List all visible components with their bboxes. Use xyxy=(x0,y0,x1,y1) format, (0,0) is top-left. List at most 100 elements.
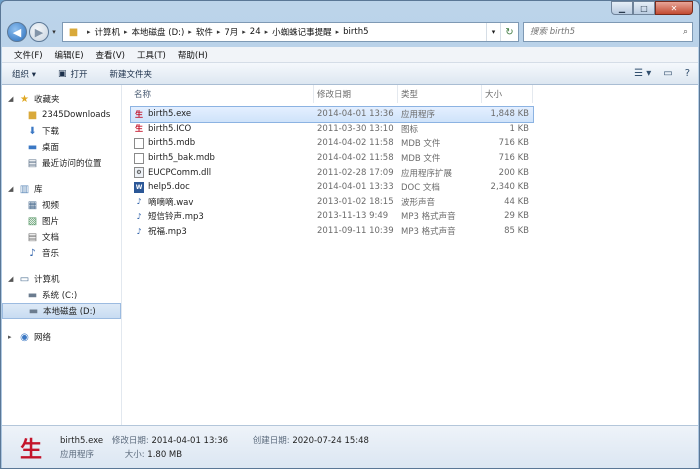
file-name-cell[interactable]: ♪ 祝福.mp3 xyxy=(131,225,314,238)
menu-file[interactable]: 文件(F) xyxy=(8,49,49,61)
chevron-right-icon[interactable]: ▸ xyxy=(242,28,246,36)
nav-libraries[interactable]: ◢ ▥ 库 xyxy=(2,181,121,197)
menu-edit[interactable]: 编辑(E) xyxy=(49,49,90,61)
file-name-cell[interactable]: Whelp5.doc xyxy=(131,181,314,193)
dll-icon: ⚙ xyxy=(134,167,144,179)
column-header-name[interactable]: 名称 xyxy=(131,85,314,103)
view-options-icon[interactable]: ☰ ▾ xyxy=(634,68,651,79)
nav-item-drive-c[interactable]: ▬ 系统 (C:) xyxy=(2,287,121,303)
file-list[interactable]: 名称 修改日期 类型 大小 生 birth5.exe 2014-04-01 13:3… xyxy=(122,85,698,425)
address-dropdown[interactable]: ▾ xyxy=(486,23,500,41)
preview-pane-icon[interactable]: ▭ xyxy=(663,68,672,79)
search-icon[interactable]: ⌕ xyxy=(683,27,688,37)
chevron-right-icon[interactable]: ▸ xyxy=(87,28,91,36)
nav-item-music[interactable]: ♪ 音乐 xyxy=(2,245,121,261)
chevron-right-icon[interactable]: ▸ xyxy=(336,28,340,36)
address-bar[interactable]: ■ ▸ 计算机 ▸ 本地磁盘 (D:) ▸ 软件 ▸ 7月 ▸ 24 ▸ 小蜘蛛… xyxy=(62,22,519,42)
new-folder-label: 新建文件夹 xyxy=(109,69,153,80)
file-name-cell[interactable]: birth5.mdb xyxy=(131,137,314,149)
forward-button[interactable]: ▶ xyxy=(29,22,49,42)
file-name-cell[interactable]: ♪ 短信铃声.mp3 xyxy=(131,210,314,223)
file-size: 44 KB xyxy=(504,196,529,207)
recent-pages-dropdown[interactable]: ▾ xyxy=(49,28,59,36)
picture-icon: ▧ xyxy=(27,215,38,227)
expand-icon[interactable]: ◢ xyxy=(8,275,18,283)
file-row[interactable]: ♪ 短信铃声.mp3 2013-11-13 9:49 MP3 格式声音 29 KB xyxy=(131,209,533,224)
file-row[interactable]: birth5_bak.mdb 2014-04-02 11:58 MDB 文件 716 … xyxy=(131,151,533,166)
chevron-right-icon[interactable]: ▸ xyxy=(265,28,269,36)
nav-computer-label: 计算机 xyxy=(34,275,60,285)
nav-item-label: 最近访问的位置 xyxy=(42,159,102,169)
nav-item-label: 系统 (C:) xyxy=(42,291,78,301)
nav-computer[interactable]: ◢ ▭ 计算机 xyxy=(2,271,121,287)
file-row[interactable]: 生 birth5.exe 2014-04-01 13:36 应用程序 1,848 KB xyxy=(130,106,534,123)
file-name-cell[interactable]: ♪ 嘀嘀嘀.wav xyxy=(131,196,314,208)
nav-item-desktop[interactable]: ▬ 桌面 xyxy=(2,139,121,155)
back-button[interactable]: ◀ xyxy=(7,22,27,42)
minimize-button[interactable]: ▁ xyxy=(611,1,633,15)
nav-item-recent-places[interactable]: ▤ 最近访问的位置 xyxy=(2,155,121,171)
column-header-size[interactable]: 大小 xyxy=(482,85,533,103)
chevron-right-icon[interactable]: ▸ xyxy=(217,28,221,36)
close-button[interactable]: ✕ xyxy=(655,1,693,15)
breadcrumb-drive-d[interactable]: 本地磁盘 (D:) xyxy=(132,26,185,38)
breadcrumb-july[interactable]: 7月 xyxy=(224,26,238,38)
search-box[interactable]: ⌕ xyxy=(523,22,693,42)
file-name-cell[interactable]: birth5_bak.mdb xyxy=(131,152,314,164)
breadcrumb-computer[interactable]: 计算机 xyxy=(95,26,121,38)
details-type: 应用程序 xyxy=(60,450,95,460)
breadcrumb-24[interactable]: 24 xyxy=(250,27,261,37)
file-row[interactable]: 生 birth5.ICO 2011-03-30 13:10 图标 1 KB xyxy=(131,122,533,137)
file-row[interactable]: ♪ 祝福.mp3 2011-09-11 10:39 MP3 格式声音 85 KB xyxy=(131,224,533,239)
file-type: MP3 格式声音 xyxy=(401,212,456,223)
new-folder-button[interactable]: 新建文件夹 xyxy=(110,68,153,80)
menu-help[interactable]: 帮助(H) xyxy=(172,49,214,61)
file-row[interactable]: birth5.mdb 2014-04-02 11:58 MDB 文件 716 KB xyxy=(131,136,533,151)
nav-item-downloads[interactable]: ⬇ 下载 xyxy=(2,123,121,139)
file-date: 2011-03-30 13:10 xyxy=(317,123,394,134)
nav-group-favorites: ◢ ★ 收藏夹 ■ 2345Downloads ⬇ 下载 ▬ 桌面 ▤ 最近访问的位置 xyxy=(2,91,121,171)
expand-icon[interactable]: ◢ xyxy=(8,185,18,193)
details-modified-label: 修改日期: xyxy=(111,436,149,446)
nav-network[interactable]: ▸ ◉ 网络 xyxy=(2,329,121,345)
expand-icon[interactable]: ▸ xyxy=(8,333,18,341)
breadcrumb-software[interactable]: 软件 xyxy=(196,26,213,38)
open-button[interactable]: ▣ 打开 xyxy=(58,68,88,80)
navigation-pane[interactable]: ◢ ★ 收藏夹 ■ 2345Downloads ⬇ 下载 ▬ 桌面 ▤ 最近访问的位置 ◢ ▥… xyxy=(2,85,122,425)
file-size: 85 KB xyxy=(504,226,529,237)
chevron-right-icon[interactable]: ▸ xyxy=(188,28,192,36)
nav-item-videos[interactable]: ▦ 视频 xyxy=(2,197,121,213)
music-icon: ♪ xyxy=(29,247,36,259)
nav-item-2345downloads[interactable]: ■ 2345Downloads xyxy=(2,107,121,123)
nav-favorites[interactable]: ◢ ★ 收藏夹 xyxy=(2,91,121,107)
file-row[interactable]: ⚙ EUCPComm.dll 2011-02-28 17:09 应用程序扩展 200 K… xyxy=(131,165,533,180)
file-row[interactable]: ♪ 嘀嘀嘀.wav 2013-01-02 18:15 波形声音 44 KB xyxy=(131,195,533,210)
file-name-cell[interactable]: ⚙ EUCPComm.dll xyxy=(131,167,314,179)
file-type: 图标 xyxy=(401,124,419,135)
maximize-button[interactable]: □ xyxy=(633,1,655,15)
expand-icon[interactable]: ◢ xyxy=(8,95,18,103)
column-header-type[interactable]: 类型 xyxy=(398,85,482,103)
file-size: 2,340 KB xyxy=(490,182,529,193)
file-name-cell[interactable]: 生 birth5.ICO xyxy=(131,123,314,134)
file-name: birth5.exe xyxy=(148,109,192,120)
menu-view[interactable]: 查看(V) xyxy=(90,49,131,61)
organize-button[interactable]: 组织 ▾ xyxy=(12,68,36,80)
file-row[interactable]: Whelp5.doc 2014-04-01 13:33 DOC 文档 2,340 KB xyxy=(131,180,533,195)
file-size: 716 KB xyxy=(498,138,529,149)
column-header-date[interactable]: 修改日期 xyxy=(314,85,398,103)
file-name: help5.doc xyxy=(148,182,190,193)
file-name-cell[interactable]: 生 birth5.exe xyxy=(131,109,314,120)
breadcrumb-birth5[interactable]: birth5 xyxy=(343,27,368,37)
help-icon[interactable]: ? xyxy=(685,68,690,79)
menu-tools[interactable]: 工具(T) xyxy=(131,49,172,61)
search-input[interactable] xyxy=(530,27,670,37)
details-modified: 2014-04-01 13:36 xyxy=(151,436,229,446)
explorer-window: ▁ □ ✕ ◀ ▶ ▾ ■ ▸ 计算机 ▸ 本地磁盘 (D:) ▸ 软件 ▸ 7… xyxy=(0,0,700,469)
nav-item-documents[interactable]: ▤ 文档 xyxy=(2,229,121,245)
refresh-icon[interactable]: ↻ xyxy=(500,23,518,41)
breadcrumb-app-folder[interactable]: 小蜘蛛记事提醒 xyxy=(272,26,332,38)
nav-item-drive-d[interactable]: ▬ 本地磁盘 (D:) xyxy=(2,303,121,319)
nav-item-pictures[interactable]: ▧ 图片 xyxy=(2,213,121,229)
chevron-right-icon[interactable]: ▸ xyxy=(124,28,128,36)
